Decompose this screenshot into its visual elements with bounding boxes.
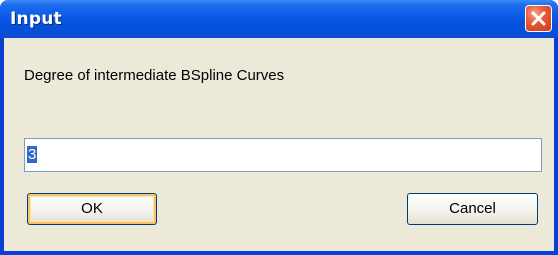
cancel-button[interactable]: Cancel (407, 193, 538, 225)
ok-button[interactable]: OK (27, 193, 157, 225)
input-dialog: Input Degree of intermediate BSpline Cur… (0, 0, 558, 255)
close-icon (531, 11, 546, 26)
dialog-body: Degree of intermediate BSpline Curves 3 … (4, 38, 554, 251)
close-button[interactable] (525, 5, 552, 32)
degree-input[interactable]: 3 (24, 138, 542, 172)
input-value-selected: 3 (27, 146, 38, 163)
title-bar[interactable]: Input (0, 0, 558, 38)
dialog-title: Input (10, 9, 62, 29)
prompt-label: Degree of intermediate BSpline Curves (24, 67, 285, 84)
